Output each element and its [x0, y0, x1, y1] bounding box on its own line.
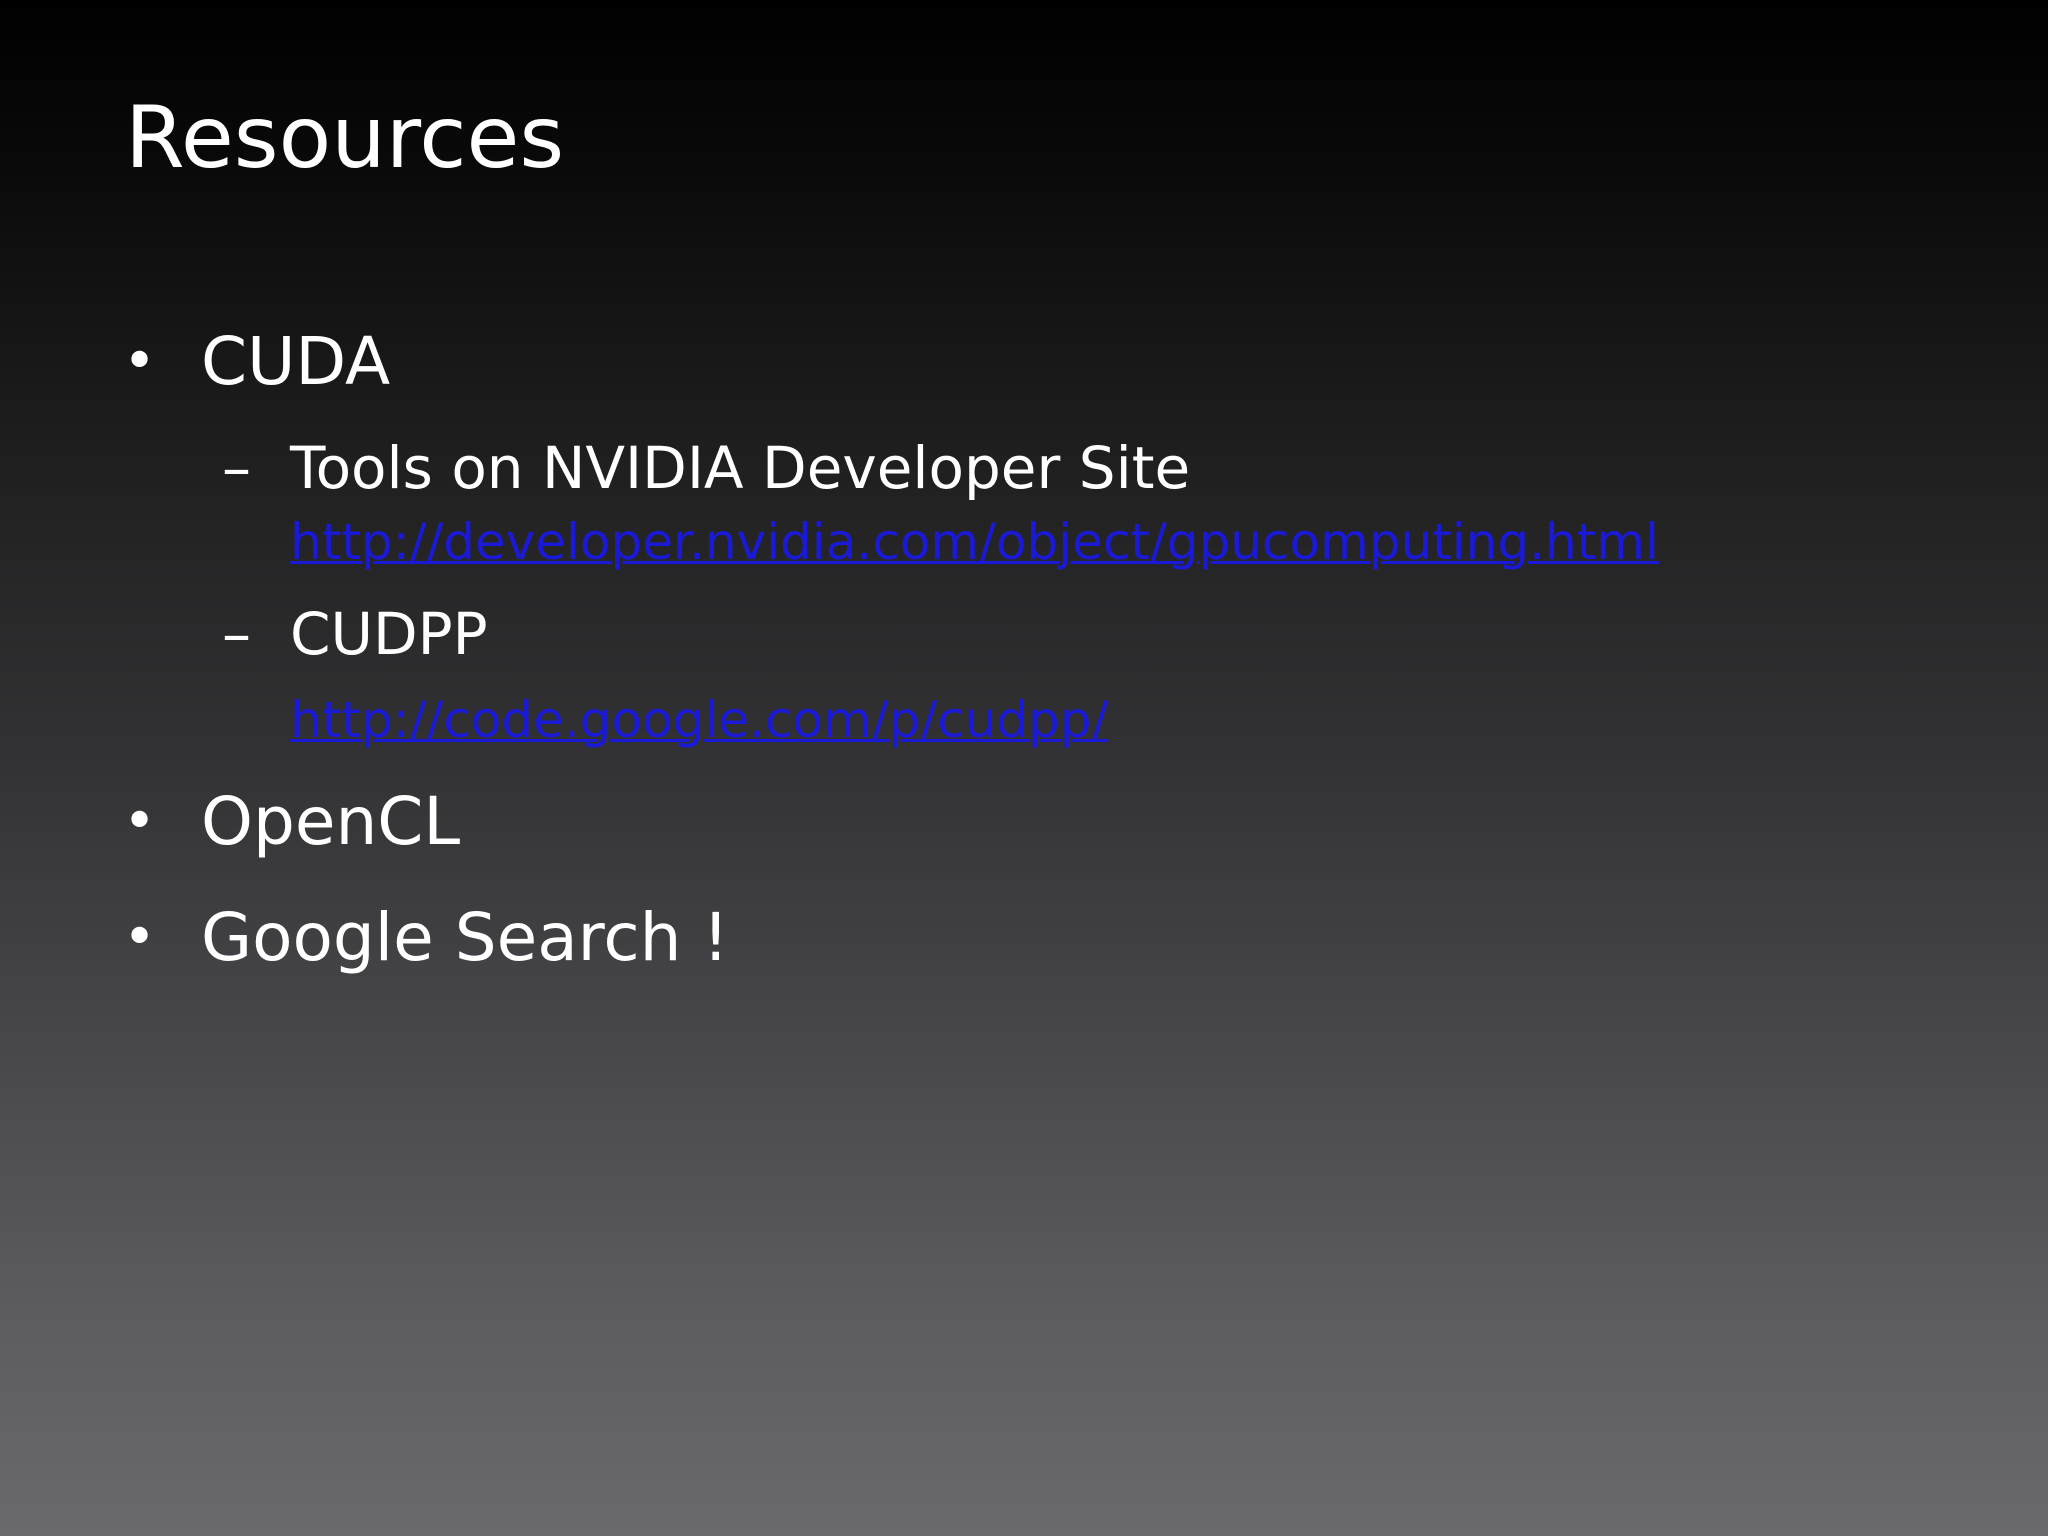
bullet-label: OpenCL [201, 783, 461, 860]
subitem-marker: – [222, 600, 251, 668]
bullet-marker: • [123, 329, 157, 394]
subitem-marker: – [222, 434, 251, 502]
nvidia-developer-link[interactable]: http://developer.nvidia.com/object/gpuco… [290, 512, 1659, 572]
subitem-label: Tools on NVIDIA Developer Site [290, 434, 1191, 502]
bullet-label: Google Search ! [201, 899, 729, 976]
slide: Resources • CUDA – Tools on NVIDIA Devel… [0, 0, 2048, 1536]
bullet-marker: • [123, 789, 157, 854]
bullet-label: CUDA [201, 323, 391, 400]
bullet-marker: • [123, 905, 157, 970]
subitem-label: CUDPP [290, 600, 488, 668]
cudpp-link[interactable]: http://code.google.com/p/cudpp/ [290, 690, 1108, 750]
slide-title: Resources [125, 88, 565, 188]
